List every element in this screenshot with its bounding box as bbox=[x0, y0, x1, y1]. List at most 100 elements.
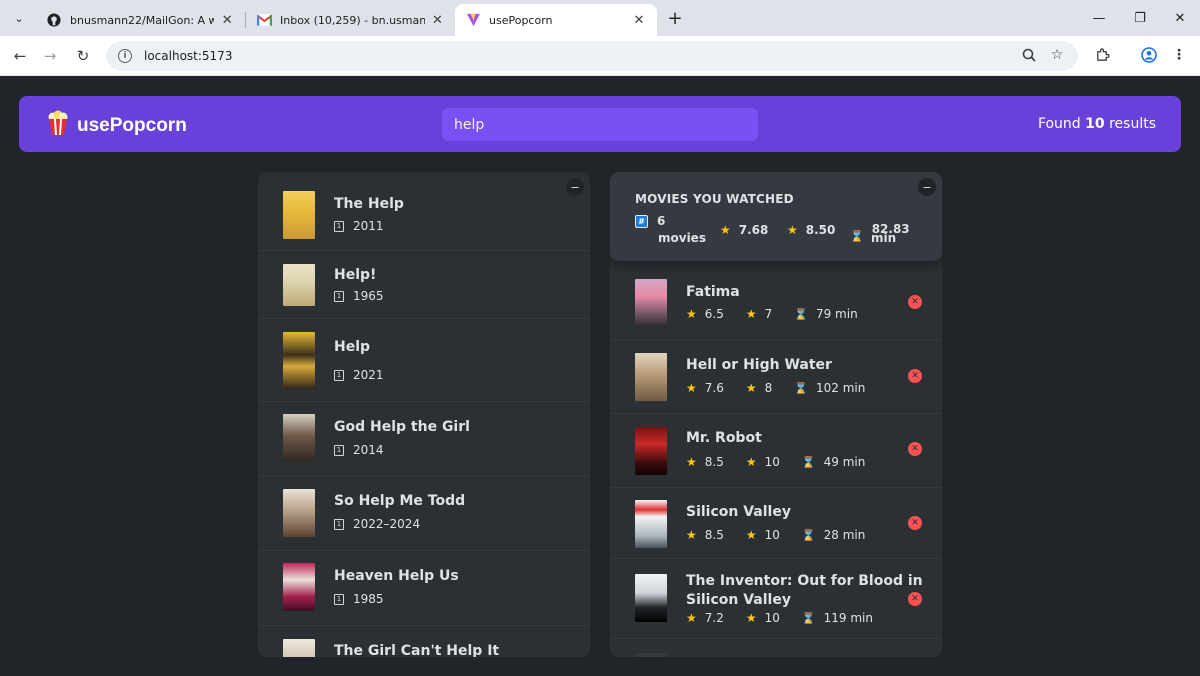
user-rating: 7 bbox=[764, 307, 773, 321]
calendar-icon: 1 bbox=[334, 593, 344, 605]
delete-watched-button[interactable]: ✕ bbox=[908, 592, 922, 606]
collapse-results-button[interactable]: − bbox=[566, 178, 584, 196]
found-count: 10 bbox=[1085, 116, 1105, 132]
calendar-icon: 1 bbox=[334, 290, 344, 302]
star-icon: ★ bbox=[745, 528, 757, 542]
site-info-icon[interactable]: i bbox=[118, 49, 132, 63]
app-page: usePopcorn Found 10 results − The Help 1… bbox=[0, 76, 1200, 676]
minimize-icon[interactable]: — bbox=[1087, 6, 1111, 30]
star-icon: ★ bbox=[745, 455, 757, 469]
watched-count: # 6 bbox=[635, 214, 665, 228]
avg-imdb-value: 7.68 bbox=[738, 223, 769, 237]
browser-tab-usepopcorn[interactable]: usePopcorn ✕ bbox=[455, 4, 657, 36]
imdb-rating: 8.5 bbox=[704, 528, 724, 542]
delete-watched-button[interactable]: ✕ bbox=[908, 295, 922, 309]
window-close-icon[interactable]: ✕ bbox=[1168, 6, 1192, 30]
back-arrow-icon[interactable]: ← bbox=[8, 44, 32, 68]
year-text: 2011 bbox=[353, 219, 384, 233]
browser-tab-github[interactable]: bnusmann22/MailGon: A websi ✕ bbox=[36, 4, 244, 36]
result-row[interactable]: The Girl Can't Help It bbox=[258, 626, 590, 657]
movie-search-input[interactable] bbox=[442, 108, 758, 141]
star-icon: ★ bbox=[787, 223, 798, 237]
avg-runtime-unit: min bbox=[871, 231, 897, 245]
popcorn-icon bbox=[47, 110, 69, 142]
url-text: localhost:5173 bbox=[144, 49, 233, 63]
year-text: 1965 bbox=[353, 289, 384, 303]
forward-arrow-icon[interactable]: → bbox=[38, 44, 62, 68]
movie-year: 1 2021 bbox=[334, 368, 384, 382]
restore-icon[interactable]: ❐ bbox=[1128, 6, 1152, 30]
calendar-icon: 1 bbox=[334, 369, 344, 381]
watched-count-number: 6 bbox=[657, 214, 666, 228]
movie-poster bbox=[635, 279, 667, 327]
result-row[interactable]: Help! 1 1965 bbox=[258, 251, 590, 319]
watched-row: Fatima ★ 6.5 ★ 7 ⌛ 79 min ✕ bbox=[610, 261, 942, 341]
star-icon: ★ bbox=[686, 455, 697, 469]
runtime: 119 min bbox=[823, 611, 873, 625]
runtime: 102 min bbox=[815, 381, 866, 395]
close-icon[interactable]: ✕ bbox=[431, 12, 444, 28]
movie-title: The Help bbox=[334, 196, 404, 212]
user-rating: 8 bbox=[764, 381, 773, 395]
movie-poster bbox=[283, 191, 315, 239]
close-icon[interactable]: ✕ bbox=[220, 12, 234, 28]
delete-watched-button[interactable]: ✕ bbox=[908, 516, 922, 530]
user-rating: 10 bbox=[764, 455, 780, 469]
runtime: 49 min bbox=[823, 455, 866, 469]
search-results-box: − The Help 1 2011 Help! 1 1965 Help 1 20… bbox=[258, 172, 590, 657]
collapse-watched-button[interactable]: − bbox=[918, 178, 936, 196]
star-icon: ★ bbox=[745, 381, 757, 395]
calendar-icon: 1 bbox=[334, 220, 344, 232]
hash-icon: # bbox=[635, 214, 648, 228]
summary-heading: MOVIES YOU WATCHED bbox=[635, 192, 794, 206]
delete-watched-button[interactable]: ✕ bbox=[908, 369, 922, 383]
year-text: 2014 bbox=[353, 443, 384, 457]
bookmark-star-icon[interactable]: ☆ bbox=[1046, 44, 1068, 66]
star-icon: ★ bbox=[686, 611, 697, 625]
runtime: 28 min bbox=[823, 528, 866, 542]
movie-year: 1 2022–2024 bbox=[334, 517, 420, 531]
imdb-rating: 6.5 bbox=[704, 307, 724, 321]
movie-ratings: ★ 8.5 ★ 10 ⌛ 28 min bbox=[686, 528, 865, 542]
year-text: 2022–2024 bbox=[353, 517, 421, 531]
movie-title: God Help the Girl bbox=[334, 419, 470, 435]
result-row[interactable]: God Help the Girl 1 2014 bbox=[258, 402, 590, 477]
user-rating: 10 bbox=[764, 528, 780, 542]
avg-imdb-rating: ★ 7.68 bbox=[720, 223, 768, 237]
watched-row: Mr. Robot ★ 8.5 ★ 10 ⌛ 49 min ✕ bbox=[610, 414, 942, 488]
extensions-puzzle-icon[interactable] bbox=[1091, 44, 1113, 66]
result-row[interactable]: Heaven Help Us 1 1985 bbox=[258, 551, 590, 626]
year-text: 1985 bbox=[353, 592, 384, 606]
profile-avatar-icon[interactable] bbox=[1138, 44, 1160, 66]
imdb-rating: 7.6 bbox=[704, 381, 724, 395]
runtime: 79 min bbox=[815, 307, 858, 321]
app-navbar: usePopcorn Found 10 results bbox=[19, 96, 1181, 152]
reload-icon[interactable]: ↻ bbox=[71, 44, 95, 68]
avg-user-rating: ★ 8.50 bbox=[787, 223, 835, 237]
movie-ratings: ★ 7.2 ★ 10 ⌛ 119 min bbox=[686, 611, 873, 625]
found-prefix: Found bbox=[1037, 116, 1081, 132]
movie-year: 1 2014 bbox=[334, 443, 384, 457]
delete-watched-button[interactable]: ✕ bbox=[908, 442, 922, 456]
new-tab-plus-icon[interactable]: + bbox=[664, 7, 686, 29]
watched-summary: MOVIES YOU WATCHED # 6 movies ★ 7.68 ★ 8… bbox=[610, 172, 942, 261]
movie-title: Silicon Valley bbox=[686, 504, 791, 520]
app-logo: usePopcorn bbox=[47, 110, 187, 142]
close-icon[interactable]: ✕ bbox=[631, 12, 647, 28]
calendar-icon: 1 bbox=[334, 518, 344, 530]
address-bar[interactable]: i localhost:5173 bbox=[106, 41, 1078, 71]
star-icon: ★ bbox=[686, 528, 697, 542]
result-row[interactable]: So Help Me Todd 1 2022–2024 bbox=[258, 477, 590, 551]
result-row[interactable]: Help 1 2021 bbox=[258, 319, 590, 402]
year-text: 2021 bbox=[353, 368, 384, 382]
browser-tab-gmail[interactable]: Inbox (10,259) - bn.usmann22@ ✕ bbox=[246, 4, 454, 36]
result-row[interactable]: The Help 1 2011 bbox=[258, 172, 590, 251]
star-icon: ★ bbox=[745, 611, 757, 625]
zoom-magnifier-icon[interactable] bbox=[1018, 44, 1040, 66]
movie-title: Hell or High Water bbox=[686, 357, 832, 373]
browser-menu-kebab-icon[interactable]: ⋮ bbox=[1168, 44, 1190, 66]
tab-search-chevron-icon[interactable]: ⌄ bbox=[8, 7, 30, 29]
hourglass-icon: ⌛ bbox=[794, 381, 808, 395]
star-icon: ★ bbox=[720, 223, 731, 237]
browser-toolbar: ← → ↻ i localhost:5173 ☆ ⋮ bbox=[0, 36, 1200, 76]
